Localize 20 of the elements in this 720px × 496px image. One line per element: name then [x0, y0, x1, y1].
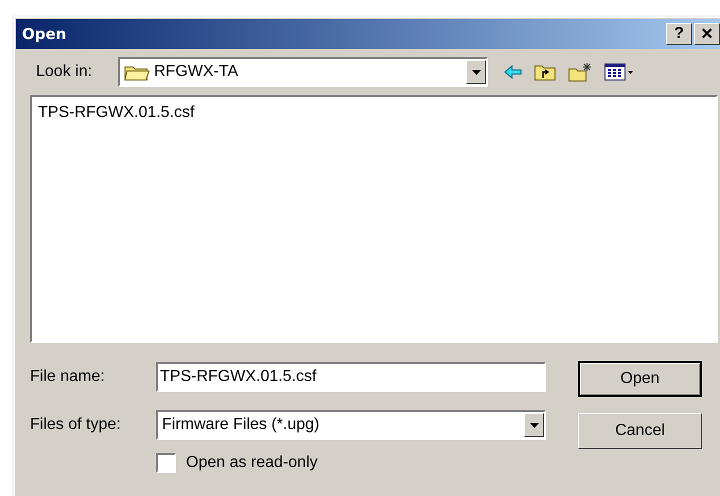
new-folder-icon[interactable] — [568, 62, 592, 82]
look-in-value: RFGWX-TA — [154, 62, 238, 82]
view-menu-icon[interactable] — [604, 63, 634, 81]
file-type-label: Files of type: — [30, 415, 122, 435]
back-arrow-icon[interactable] — [504, 65, 522, 79]
dialog-button[interactable]: Open — [578, 361, 702, 397]
file-item[interactable]: TPS-RFGWX.01.5.csf — [36, 101, 196, 125]
look-in-dropdown[interactable]: RFGWX-TA — [118, 57, 488, 87]
up-folder-icon[interactable] — [534, 63, 556, 81]
file-name-field[interactable]: TPS-RFGWX.01.5.csf — [156, 362, 546, 392]
window-title: Open — [22, 24, 66, 45]
read-only-label: Open as read-only — [186, 453, 318, 473]
file-name-label: File name: — [30, 367, 106, 387]
close-button[interactable]: × — [694, 23, 720, 45]
file-type-value: Firmware Files (*.upg) — [162, 415, 320, 435]
look-in-label: Look in: — [36, 62, 94, 82]
read-only-checkbox[interactable] — [156, 453, 176, 473]
dialog-button[interactable]: Cancel — [578, 413, 702, 449]
file-type-dropdown[interactable]: Firmware Files (*.upg) — [156, 410, 546, 440]
help-button[interactable]: ? — [666, 23, 692, 45]
